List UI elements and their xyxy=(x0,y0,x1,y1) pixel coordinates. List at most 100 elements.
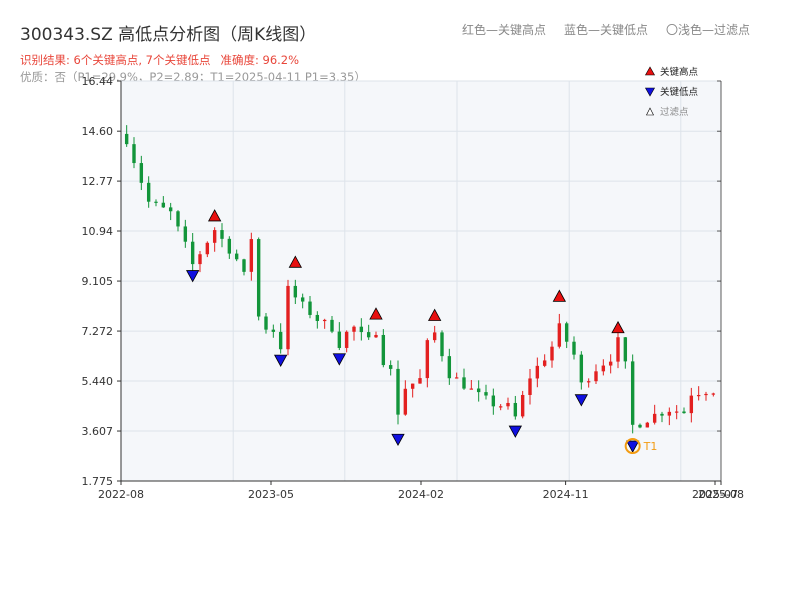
candle-body xyxy=(381,334,386,366)
candle-body xyxy=(352,326,356,332)
legend-label: 关键高点 xyxy=(660,66,699,78)
candle-body xyxy=(403,388,408,415)
candle-body xyxy=(535,365,540,379)
candle-body xyxy=(198,254,202,265)
y-tick-label: 12.77 xyxy=(82,175,114,188)
candle-body xyxy=(645,422,650,428)
candle-body xyxy=(315,314,320,322)
candle-body xyxy=(176,211,180,227)
candle-body xyxy=(366,332,371,338)
candle-body xyxy=(608,361,613,366)
candle-body xyxy=(638,424,642,428)
candle-body xyxy=(564,323,569,342)
candle-body xyxy=(234,253,239,260)
candle-body xyxy=(491,395,496,407)
candle-body xyxy=(278,331,283,350)
candle-body xyxy=(542,360,547,366)
candle-body xyxy=(484,392,488,396)
candle-body xyxy=(418,378,422,384)
candle-body xyxy=(498,406,503,408)
candle-body xyxy=(528,378,532,395)
candle-body xyxy=(183,226,188,242)
legend-label: 关键低点 xyxy=(660,86,699,98)
candle-body xyxy=(557,323,562,347)
candle-body xyxy=(682,411,686,414)
candle-body xyxy=(667,411,672,416)
candle-body xyxy=(696,394,701,397)
candle-body xyxy=(550,346,554,361)
candle-body xyxy=(132,144,136,164)
candle-body xyxy=(124,133,129,145)
y-tick-label: 10.94 xyxy=(82,225,114,238)
candle-body xyxy=(286,285,290,350)
candle-body xyxy=(469,388,474,390)
candle-body xyxy=(190,241,195,265)
candle-body xyxy=(308,301,312,315)
candle-body xyxy=(660,413,664,416)
y-tick-label: 16.44 xyxy=(82,75,114,88)
y-tick-label: 14.60 xyxy=(82,125,114,138)
candle-body xyxy=(689,395,694,414)
candle-body xyxy=(264,316,268,330)
candle-body xyxy=(359,326,364,333)
candle-body xyxy=(337,331,342,348)
candle-body xyxy=(425,340,430,379)
y-tick-label: 5.440 xyxy=(82,375,114,388)
candle-body xyxy=(256,239,261,317)
candle-body xyxy=(271,329,276,332)
candle-body xyxy=(396,368,400,415)
candle-body xyxy=(227,238,232,254)
candle-body xyxy=(374,334,378,338)
x-tick-label: 2025-08 xyxy=(698,488,744,501)
candle-body xyxy=(711,393,716,395)
candle-body xyxy=(440,332,444,357)
candle-body xyxy=(249,239,254,272)
candle-body xyxy=(168,207,173,212)
candle-body xyxy=(586,381,591,383)
candle-body xyxy=(704,393,708,396)
candle-body xyxy=(300,297,305,302)
candle-body xyxy=(513,402,518,417)
x-tick-label: 2024-11 xyxy=(543,488,589,501)
candle-body xyxy=(220,230,224,239)
candle-body xyxy=(476,388,481,393)
candle-body xyxy=(520,394,525,417)
candle-body xyxy=(293,285,298,298)
candle-body xyxy=(154,201,158,203)
candle-body xyxy=(388,365,393,369)
candle-body xyxy=(146,182,151,202)
candle-body xyxy=(242,259,246,272)
candle-body xyxy=(205,242,210,255)
candlestick-chart: T1 1.775 3.607 5.440 7.272 9.105 10.94 12.77 14.… xyxy=(82,66,744,501)
candle-body xyxy=(447,356,452,379)
candle-body xyxy=(212,230,217,243)
legend-label: 过滤点 xyxy=(660,106,689,118)
candle-body xyxy=(674,411,679,413)
candle-body xyxy=(344,331,349,348)
x-tick-label: 2023-05 xyxy=(248,488,294,501)
candle-body xyxy=(616,337,620,362)
candle-body xyxy=(630,361,635,425)
y-tick-label: 3.607 xyxy=(82,425,114,438)
x-tick-label: 2024-02 xyxy=(398,488,444,501)
candle-body xyxy=(454,377,459,379)
candle-body xyxy=(652,413,657,423)
candle-body xyxy=(330,319,334,332)
candle-body xyxy=(623,337,628,362)
t1-label: T1 xyxy=(643,440,658,453)
candle-body xyxy=(506,402,510,407)
y-tick-label: 1.775 xyxy=(82,475,114,488)
candle-body xyxy=(601,365,606,372)
candle-body xyxy=(161,202,166,208)
candle-body xyxy=(594,371,598,382)
candle-body xyxy=(572,341,576,355)
legend-high-icon xyxy=(644,66,656,76)
candle-body xyxy=(462,377,466,389)
candle-body xyxy=(410,383,415,389)
candle-body xyxy=(432,332,437,341)
y-tick-label: 7.272 xyxy=(82,325,114,338)
x-tick-label: 2022-08 xyxy=(98,488,144,501)
candle-body xyxy=(579,354,584,383)
candle-body xyxy=(322,319,327,322)
candle-body xyxy=(139,163,144,183)
